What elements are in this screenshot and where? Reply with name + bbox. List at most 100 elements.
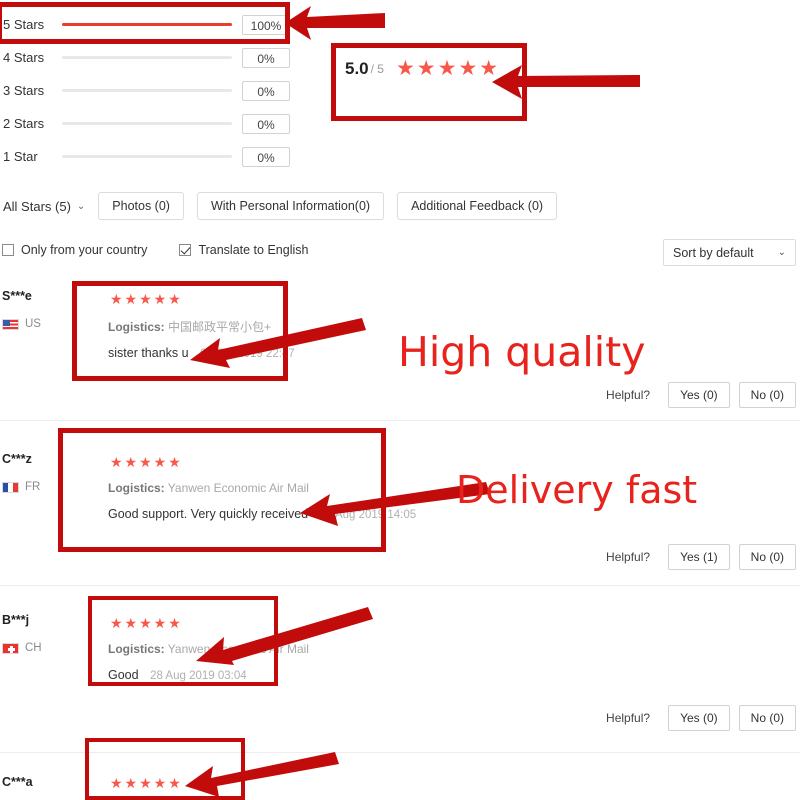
review-text: Good support. Very quickly received <box>108 507 309 521</box>
annotation-arrow-to-review-3 <box>196 607 373 665</box>
review-logistics: Logistics: Yanwen Economic Air Mail <box>108 481 309 495</box>
review-date: 16 Aug 2019 14:05 <box>319 509 417 521</box>
histogram-row-2[interactable]: 2 Stars 0% <box>0 107 290 140</box>
histogram-percent-2: 0% <box>242 113 290 134</box>
country-code: CH <box>25 642 42 654</box>
histogram-row-3[interactable]: 3 Stars 0% <box>0 74 290 107</box>
annotation-arrow-to-5-star-row <box>285 6 385 40</box>
review-star-icons: ★★★★★ <box>110 454 183 470</box>
translate-to-english-option[interactable]: Translate to English <box>179 243 308 257</box>
logistics-label: Logistics: <box>108 320 165 334</box>
helpful-yes-button[interactable]: Yes (0) <box>668 382 730 408</box>
overall-score-denominator: / 5 <box>370 61 384 76</box>
histogram-percent-5: 100% <box>242 14 290 35</box>
review-date: 28 Aug 2019 03:04 <box>150 670 247 682</box>
translate-checkbox[interactable] <box>179 244 192 256</box>
helpful-label: Helpful? <box>606 550 651 564</box>
annotation-text-delivery-fast: Delivery fast <box>456 468 698 512</box>
logistics-label: Logistics: <box>108 642 165 656</box>
logistics-label: Logistics: <box>108 481 165 495</box>
overall-star-icons: ★★★★★ <box>395 57 501 80</box>
review-filter-bar: All Stars (5) ⌄ Photos (0) With Personal… <box>0 192 558 220</box>
logistics-value: 中国邮政平常小包+ <box>168 320 272 334</box>
annotation-box-overall-rating <box>331 43 527 121</box>
all-stars-label: All Stars (5) <box>3 198 71 214</box>
us-flag-icon <box>2 318 19 330</box>
histogram-label-4: 4 Stars <box>3 50 45 65</box>
tab-personal-information[interactable]: With Personal Information(0) <box>196 192 385 220</box>
overall-score-value: 5.0 <box>345 58 369 78</box>
helpful-label: Helpful? <box>606 388 651 402</box>
review-star-icons: ★★★★★ <box>110 291 183 307</box>
histogram-label-1: 1 Star <box>3 149 38 164</box>
histogram-track-3 <box>62 89 232 92</box>
country-code: FR <box>25 481 41 493</box>
review-options-row: Only from your country Translate to Engl… <box>2 243 340 257</box>
translate-label: Translate to English <box>198 243 309 257</box>
histogram-track-1 <box>62 155 232 158</box>
review-body: sister thanks u 01 Oct 2019 22:47 <box>108 346 295 360</box>
review-divider <box>0 585 800 586</box>
tab-additional-feedback[interactable]: Additional Feedback (0) <box>397 192 558 220</box>
reviewer-country: CH <box>2 642 42 654</box>
review-body: Good 28 Aug 2019 03:04 <box>108 668 247 682</box>
review-body: Good support. Very quickly received 16 A… <box>108 507 416 521</box>
histogram-percent-4: 0% <box>242 47 290 68</box>
logistics-value: Yanwen Economic Air Mail <box>167 642 309 656</box>
tab-photos[interactable]: Photos (0) <box>98 192 184 220</box>
ch-flag-icon <box>2 642 19 654</box>
helpful-no-button[interactable]: No (0) <box>738 705 796 731</box>
helpful-row: Helpful? Yes (1) No (0) <box>606 544 796 570</box>
review-divider <box>0 752 800 753</box>
helpful-no-button[interactable]: No (0) <box>738 544 796 570</box>
only-from-your-country-option[interactable]: Only from your country <box>2 243 147 257</box>
histogram-label-2: 2 Stars <box>3 116 45 131</box>
helpful-no-button[interactable]: No (0) <box>738 382 796 408</box>
reviewer-country: US <box>2 318 41 330</box>
fr-flag-icon <box>2 481 19 493</box>
histogram-track-5 <box>62 23 232 26</box>
histogram-row-1[interactable]: 1 Star 0% <box>0 140 290 173</box>
only-country-checkbox[interactable] <box>2 244 14 256</box>
helpful-yes-button[interactable]: Yes (1) <box>668 544 730 570</box>
annotation-arrow-to-overall-rating <box>492 65 640 99</box>
helpful-yes-button[interactable]: Yes (0) <box>668 705 730 731</box>
rating-histogram: 5 Stars 100% 4 Stars 0% 3 Stars 0% 2 Sta… <box>0 8 290 173</box>
chevron-down-icon: ⌄ <box>777 247 786 258</box>
histogram-track-4 <box>62 56 232 59</box>
histogram-track-2 <box>62 122 232 125</box>
reviewer-country: FR <box>2 481 40 493</box>
aliexpress-reviews-page: 5 Stars 100% 4 Stars 0% 3 Stars 0% 2 Sta… <box>0 0 800 800</box>
country-code: US <box>25 318 41 330</box>
annotation-arrow-to-review-4 <box>185 752 339 797</box>
reviewer-name: B***j <box>2 613 30 627</box>
chevron-down-icon: ⌄ <box>76 200 86 212</box>
review-logistics: Logistics: 中国邮政平常小包+ <box>108 318 271 335</box>
annotation-text-high-quality: High quality <box>398 328 646 376</box>
helpful-label: Helpful? <box>606 711 651 725</box>
reviewer-name: C***a <box>2 775 33 789</box>
logistics-value: Yanwen Economic Air Mail <box>167 481 309 495</box>
histogram-percent-3: 0% <box>242 80 290 101</box>
review-text: Good <box>108 668 139 682</box>
reviewer-name: C***z <box>2 452 32 466</box>
review-divider <box>0 420 800 421</box>
review-star-icons: ★★★★★ <box>110 775 183 791</box>
reviewer-name: S***e <box>2 289 32 303</box>
histogram-row-4[interactable]: 4 Stars 0% <box>0 41 290 74</box>
all-stars-dropdown[interactable]: All Stars (5) ⌄ <box>0 199 85 214</box>
helpful-row: Helpful? Yes (0) No (0) <box>606 382 796 408</box>
review-text: sister thanks u <box>108 346 189 360</box>
overall-rating: 5.0 / 5 ★★★★★ <box>345 58 500 79</box>
histogram-label-5: 5 Stars <box>3 17 45 32</box>
review-date: 01 Oct 2019 22:47 <box>200 348 295 360</box>
sort-by-select[interactable]: Sort by default ⌄ <box>663 239 796 266</box>
histogram-row-5[interactable]: 5 Stars 100% <box>0 8 290 41</box>
histogram-fill-5 <box>62 23 232 26</box>
review-star-icons: ★★★★★ <box>110 615 183 631</box>
histogram-percent-1: 0% <box>242 146 290 167</box>
helpful-row: Helpful? Yes (0) No (0) <box>606 705 796 731</box>
histogram-label-3: 3 Stars <box>3 83 45 98</box>
sort-by-label: Sort by default <box>673 245 754 260</box>
review-logistics: Logistics: Yanwen Economic Air Mail <box>108 642 309 656</box>
